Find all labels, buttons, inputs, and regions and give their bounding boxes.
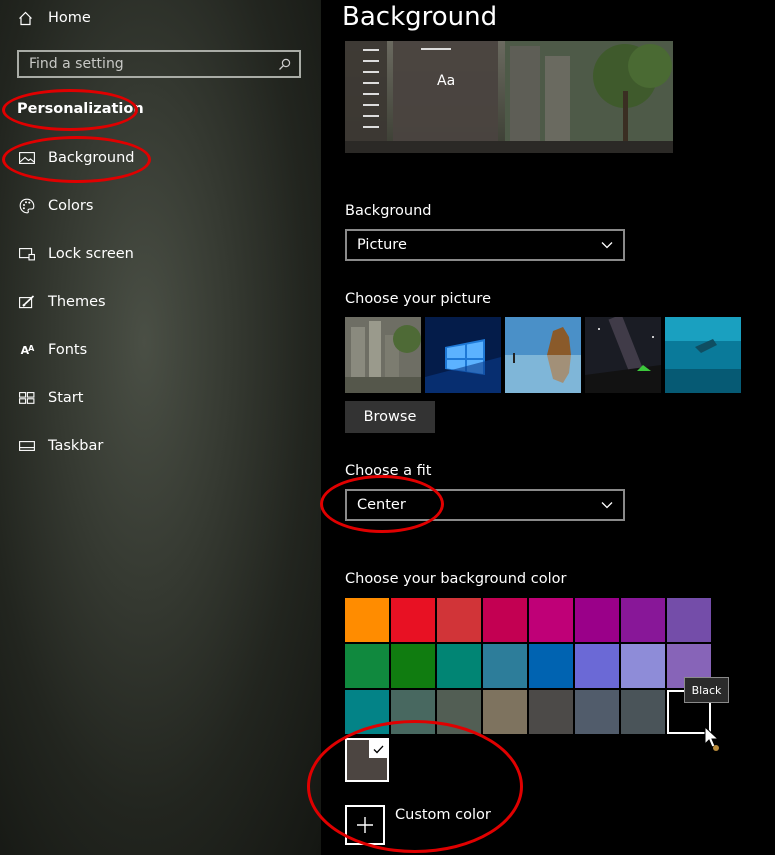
- home-nav-item[interactable]: Home: [18, 8, 91, 28]
- desktop-preview: Aa: [345, 41, 673, 153]
- sidebar-item-label: Background: [48, 150, 135, 166]
- browse-button[interactable]: Browse: [345, 401, 435, 433]
- color-swatch[interactable]: [575, 690, 619, 734]
- color-label: Choose your background color: [345, 571, 567, 587]
- sidebar-item-start[interactable]: Start: [18, 387, 83, 409]
- choose-picture-label: Choose your picture: [345, 291, 491, 307]
- home-icon: [18, 11, 34, 26]
- home-label: Home: [48, 10, 91, 26]
- fit-dropdown-value: Center: [357, 497, 406, 513]
- preview-sample-text: Aa: [437, 73, 456, 89]
- picture-icon: [18, 151, 36, 165]
- search-icon[interactable]: [278, 58, 291, 71]
- picture-thumbnail[interactable]: [505, 317, 581, 393]
- color-swatch[interactable]: [621, 690, 665, 734]
- background-dropdown-value: Picture: [357, 237, 407, 253]
- custom-color-button[interactable]: [345, 805, 385, 845]
- picture-thumbnail[interactable]: [585, 314, 661, 396]
- check-icon: [369, 740, 387, 758]
- sidebar-item-lock-screen[interactable]: Lock screen: [18, 243, 134, 265]
- mouse-cursor-icon: [704, 725, 722, 756]
- start-icon: [18, 391, 36, 405]
- background-dropdown[interactable]: Picture: [345, 229, 625, 261]
- sidebar-item-label: Colors: [48, 198, 94, 214]
- color-swatch[interactable]: [391, 690, 435, 734]
- color-swatch[interactable]: [575, 644, 619, 688]
- picture-thumbnail[interactable]: [345, 317, 421, 393]
- custom-color-label[interactable]: Custom color: [395, 807, 491, 823]
- plus-icon: [357, 817, 373, 833]
- background-label: Background: [345, 203, 432, 219]
- sidebar-item-taskbar[interactable]: Taskbar: [18, 435, 103, 457]
- brush-icon: [18, 295, 36, 309]
- picture-thumbnail[interactable]: [425, 317, 501, 393]
- color-swatch[interactable]: [483, 644, 527, 688]
- color-swatch[interactable]: [437, 644, 481, 688]
- color-swatch[interactable]: [437, 690, 481, 734]
- color-swatch[interactable]: [391, 644, 435, 688]
- color-swatch[interactable]: [529, 690, 573, 734]
- page-title: Background: [342, 2, 498, 32]
- palette-icon: [18, 198, 36, 214]
- chevron-down-icon: [601, 501, 613, 509]
- sidebar-item-label: Start: [48, 390, 84, 406]
- lock-screen-icon: [18, 247, 36, 261]
- sidebar-item-background[interactable]: Background: [18, 147, 135, 169]
- search-placeholder: Find a setting: [29, 56, 124, 72]
- fit-label: Choose a fit: [345, 463, 432, 479]
- color-tooltip: Black: [684, 677, 729, 703]
- sidebar-item-fonts[interactable]: AA Fonts: [18, 339, 87, 361]
- taskbar-icon: [18, 440, 36, 452]
- color-swatch[interactable]: [345, 644, 389, 688]
- color-swatch[interactable]: [621, 598, 665, 642]
- color-swatch[interactable]: [391, 598, 435, 642]
- color-swatch[interactable]: [483, 598, 527, 642]
- sidebar-item-colors[interactable]: Colors: [18, 195, 93, 217]
- sidebar-item-themes[interactable]: Themes: [18, 291, 106, 313]
- color-swatch[interactable]: [345, 690, 389, 734]
- color-swatch[interactable]: [621, 644, 665, 688]
- color-swatch[interactable]: [437, 598, 481, 642]
- sidebar: Home Find a setting Personalization Back…: [0, 0, 321, 855]
- picture-thumbnail[interactable]: [665, 317, 741, 393]
- selected-color-swatch[interactable]: [345, 738, 389, 782]
- color-swatch[interactable]: [529, 644, 573, 688]
- preview-start-list: [363, 49, 379, 128]
- color-swatch[interactable]: [575, 598, 619, 642]
- chevron-down-icon: [601, 241, 613, 249]
- preview-title-bar: [421, 48, 451, 50]
- color-swatch[interactable]: [529, 598, 573, 642]
- color-swatch[interactable]: [345, 598, 389, 642]
- sidebar-item-label: Fonts: [48, 342, 88, 358]
- color-swatch[interactable]: [667, 598, 711, 642]
- font-icon: AA: [20, 343, 35, 357]
- sidebar-item-label: Lock screen: [48, 246, 134, 262]
- sidebar-item-label: Taskbar: [48, 438, 104, 454]
- section-title: Personalization: [17, 101, 144, 117]
- fit-dropdown[interactable]: Center: [345, 489, 625, 521]
- sidebar-item-label: Themes: [48, 294, 106, 310]
- color-swatch[interactable]: [483, 690, 527, 734]
- search-input[interactable]: Find a setting: [17, 50, 301, 78]
